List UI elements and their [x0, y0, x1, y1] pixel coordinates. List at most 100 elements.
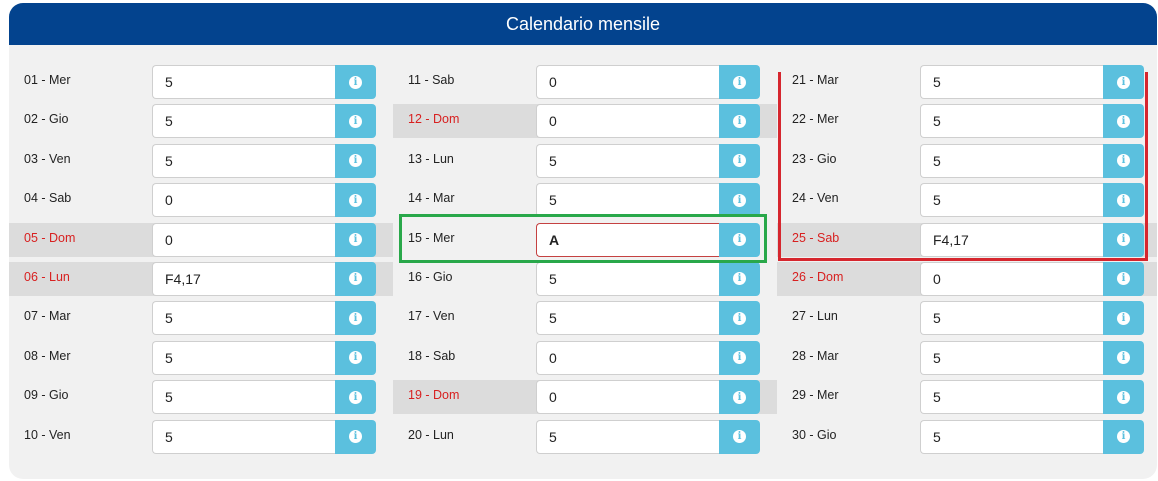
day-field: i — [920, 143, 1144, 178]
day-value-input[interactable] — [152, 419, 335, 454]
info-button[interactable]: i — [335, 65, 376, 99]
day-field: i — [920, 419, 1144, 454]
info-circle-icon: i — [349, 351, 362, 365]
day-value-input[interactable] — [536, 380, 719, 415]
info-button[interactable]: i — [719, 65, 760, 99]
info-button[interactable]: i — [1103, 183, 1144, 218]
day-row: 20 - Lun i — [393, 419, 777, 459]
day-row: 29 - Mer i — [777, 380, 1157, 419]
day-value-input[interactable] — [536, 340, 719, 375]
day-value-input[interactable] — [152, 183, 335, 218]
info-button[interactable]: i — [1103, 380, 1144, 415]
info-button[interactable]: i — [1103, 301, 1144, 336]
day-value-input[interactable] — [152, 261, 335, 296]
day-value-input[interactable] — [152, 301, 335, 336]
day-label: 16 - Gio — [408, 269, 453, 284]
day-value-input[interactable] — [920, 183, 1103, 218]
info-button[interactable]: i — [335, 183, 376, 218]
info-button[interactable]: i — [1103, 222, 1144, 257]
panel-title: Calendario mensile — [9, 3, 1157, 45]
day-value-input[interactable] — [920, 65, 1103, 99]
day-field: i — [536, 301, 760, 336]
info-button[interactable]: i — [335, 104, 376, 139]
day-value-input[interactable] — [536, 104, 719, 139]
info-button[interactable]: i — [335, 301, 376, 336]
day-value-input[interactable] — [152, 65, 335, 99]
day-value-input[interactable] — [920, 261, 1103, 296]
info-button[interactable]: i — [335, 143, 376, 178]
info-button[interactable]: i — [335, 340, 376, 375]
info-circle-icon: i — [733, 351, 746, 365]
day-field: i — [536, 380, 760, 415]
day-field: i — [536, 261, 760, 296]
day-field: i — [152, 222, 376, 257]
day-value-input[interactable] — [152, 104, 335, 139]
day-value-input[interactable] — [920, 143, 1103, 178]
day-label: 05 - Dom — [24, 230, 76, 245]
info-button[interactable]: i — [719, 183, 760, 218]
info-button[interactable]: i — [335, 222, 376, 257]
day-field: i — [920, 183, 1144, 218]
day-value-input[interactable] — [152, 222, 335, 257]
info-button[interactable]: i — [1103, 340, 1144, 375]
day-row: 13 - Lun i — [393, 143, 777, 183]
day-row: 14 - Mar i — [393, 183, 777, 222]
info-button[interactable]: i — [719, 261, 760, 296]
day-field: i — [152, 104, 376, 139]
day-value-input[interactable] — [536, 222, 719, 257]
info-button[interactable]: i — [335, 261, 376, 296]
info-circle-icon: i — [733, 75, 746, 89]
info-button[interactable]: i — [1103, 143, 1144, 178]
day-value-input[interactable] — [536, 301, 719, 336]
day-label: 14 - Mar — [408, 191, 455, 206]
day-row: 18 - Sab i — [393, 340, 777, 380]
day-value-input[interactable] — [536, 419, 719, 454]
info-button[interactable]: i — [1103, 104, 1144, 139]
day-row: 23 - Gio i — [777, 143, 1157, 183]
info-circle-icon: i — [349, 311, 362, 325]
info-circle-icon: i — [733, 193, 746, 207]
info-circle-icon: i — [1117, 311, 1130, 325]
day-label: 12 - Dom — [408, 112, 460, 127]
day-field: i — [920, 104, 1144, 139]
day-value-input[interactable] — [920, 301, 1103, 336]
info-button[interactable]: i — [719, 380, 760, 415]
day-value-input[interactable] — [536, 183, 719, 218]
day-value-input[interactable] — [536, 65, 719, 99]
day-row: 11 - Sab i — [393, 65, 777, 104]
info-button[interactable]: i — [335, 380, 376, 415]
info-circle-icon: i — [349, 390, 362, 404]
day-value-input[interactable] — [152, 380, 335, 415]
day-label: 22 - Mer — [792, 112, 839, 127]
day-field: i — [536, 340, 760, 375]
day-value-input[interactable] — [920, 340, 1103, 375]
info-button[interactable]: i — [719, 301, 760, 336]
day-label: 09 - Gio — [24, 388, 69, 403]
day-value-input[interactable] — [536, 261, 719, 296]
day-row: 01 - Mer i — [9, 65, 393, 104]
info-circle-icon: i — [733, 430, 746, 444]
info-button[interactable]: i — [1103, 65, 1144, 99]
info-button[interactable]: i — [719, 104, 760, 139]
day-label: 18 - Sab — [408, 348, 456, 363]
day-row: 04 - Sab i — [9, 183, 393, 222]
info-button[interactable]: i — [335, 419, 376, 454]
day-field: i — [536, 183, 760, 218]
day-row: 22 - Mer i — [777, 104, 1157, 143]
day-value-input[interactable] — [920, 419, 1103, 454]
info-button[interactable]: i — [719, 340, 760, 375]
day-label: 06 - Lun — [24, 269, 70, 284]
info-button[interactable]: i — [719, 419, 760, 454]
day-value-input[interactable] — [152, 340, 335, 375]
day-label: 11 - Sab — [408, 73, 455, 87]
info-button[interactable]: i — [719, 222, 760, 257]
info-button[interactable]: i — [1103, 419, 1144, 454]
day-value-input[interactable] — [920, 222, 1103, 257]
day-value-input[interactable] — [152, 143, 335, 178]
info-button[interactable]: i — [1103, 261, 1144, 296]
info-button[interactable]: i — [719, 143, 760, 178]
day-value-input[interactable] — [536, 143, 719, 178]
day-value-input[interactable] — [920, 104, 1103, 139]
day-value-input[interactable] — [920, 380, 1103, 415]
day-label: 03 - Ven — [24, 151, 71, 166]
